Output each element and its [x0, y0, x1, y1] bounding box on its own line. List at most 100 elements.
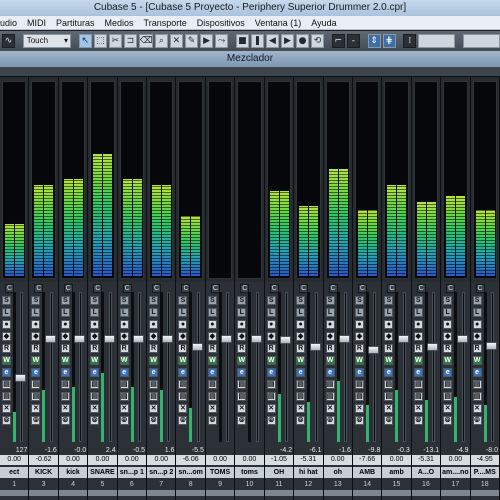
volume-fader[interactable] [280, 336, 292, 344]
monitor-button[interactable]: ◆ [178, 332, 188, 341]
sends-button[interactable]: ▤ [31, 392, 41, 401]
volume-fader[interactable] [44, 335, 56, 343]
write-button[interactable]: W [90, 356, 100, 365]
sends-button[interactable]: ▤ [60, 392, 70, 401]
warp-icon[interactable]: ⤳ [215, 34, 229, 48]
volume-value[interactable]: 0.00 [117, 455, 147, 465]
write-button[interactable]: W [266, 356, 276, 365]
read-button[interactable]: R [119, 344, 129, 353]
read-button[interactable]: R [443, 344, 453, 353]
fader-track[interactable] [49, 292, 53, 442]
read-button[interactable]: R [296, 344, 306, 353]
record-arm-button[interactable]: ● [443, 320, 453, 329]
bypass-button[interactable]: ⦾ [90, 416, 100, 425]
draw-icon[interactable]: ✎ [184, 34, 199, 48]
bypass-button[interactable]: ⦾ [443, 416, 453, 425]
mute-button[interactable]: ✕ [354, 404, 364, 413]
edit-button[interactable]: e [2, 368, 11, 377]
listen-button[interactable]: L [354, 308, 364, 317]
mute-button[interactable]: ✕ [237, 404, 247, 413]
channel-name[interactable]: oh [323, 467, 352, 478]
edit-button[interactable]: e [443, 368, 453, 377]
write-button[interactable]: W [443, 356, 453, 365]
monitor-button[interactable]: ◆ [266, 332, 276, 341]
volume-value[interactable]: 0.00 [205, 455, 235, 465]
monitor-button[interactable]: ◆ [354, 332, 364, 341]
fader-track[interactable] [167, 292, 171, 442]
channel-name[interactable]: SNARE [88, 467, 117, 478]
inserts-button[interactable]: ▤ [266, 380, 276, 389]
record-arm-button[interactable]: ● [384, 320, 394, 329]
bypass-button[interactable]: ⦾ [384, 416, 394, 425]
inserts-button[interactable]: ▤ [354, 380, 364, 389]
fader-track[interactable] [461, 292, 465, 442]
edit-button[interactable]: e [60, 368, 70, 377]
zoom-icon[interactable]: ⌕ [154, 34, 168, 48]
volume-fader[interactable] [427, 343, 439, 351]
monitor-button[interactable]: ◆ [325, 332, 335, 341]
edit-button[interactable]: e [237, 368, 247, 377]
fader-track[interactable] [343, 292, 347, 442]
range-icon[interactable]: ⬚ [93, 34, 107, 48]
volume-fader[interactable] [191, 343, 203, 351]
bypass-button[interactable]: ⦾ [472, 416, 482, 425]
inserts-button[interactable]: ▤ [178, 380, 188, 389]
channel-name[interactable]: A...O [411, 467, 441, 478]
mute-button[interactable]: ✕ [296, 404, 306, 413]
mute-button[interactable]: ✕ [149, 404, 159, 413]
sends-button[interactable]: ▤ [178, 392, 188, 401]
record-arm-button[interactable]: ● [149, 320, 159, 329]
edit-button[interactable]: e [325, 368, 335, 377]
volume-value[interactable]: 0.00 [147, 455, 176, 465]
read-button[interactable]: R [325, 344, 335, 353]
write-button[interactable]: W [296, 356, 306, 365]
monitor-button[interactable]: ◆ [31, 332, 41, 341]
monitor-button[interactable]: ◆ [237, 332, 247, 341]
edit-button[interactable]: e [31, 368, 41, 377]
inserts-button[interactable]: ▤ [384, 380, 394, 389]
glue-icon[interactable]: ⊐ [123, 34, 137, 48]
mute-button[interactable]: ✕ [2, 404, 11, 413]
read-button[interactable]: R [31, 344, 41, 353]
solo-button[interactable]: S [237, 296, 247, 305]
volume-value[interactable]: -6.06 [176, 455, 205, 465]
monitor-button[interactable]: ◆ [296, 332, 306, 341]
edit-button[interactable]: e [119, 368, 129, 377]
bypass-button[interactable]: ⦾ [2, 416, 11, 425]
menu-item[interactable]: Dispositivos [192, 16, 250, 29]
solo-button[interactable]: S [2, 296, 11, 305]
volume-fader[interactable] [338, 335, 350, 343]
read-button[interactable]: R [472, 344, 482, 353]
inserts-button[interactable]: ▤ [443, 380, 453, 389]
menu-item[interactable]: Ayuda [306, 16, 341, 29]
solo-button[interactable]: S [296, 296, 306, 305]
channel-name[interactable]: sn...p 1 [117, 467, 147, 478]
channel-name[interactable]: OH [264, 467, 294, 478]
volume-value[interactable]: -4.95 [470, 455, 499, 465]
bypass-button[interactable]: ⦾ [266, 416, 276, 425]
monitor-button[interactable]: ◆ [119, 332, 129, 341]
bypass-button[interactable]: ⦾ [149, 416, 159, 425]
volume-value[interactable]: 0.00 [58, 455, 88, 465]
volume-fader[interactable] [456, 335, 468, 343]
record-arm-button[interactable]: ● [354, 320, 364, 329]
record-arm-button[interactable]: ● [60, 320, 70, 329]
read-button[interactable]: R [384, 344, 394, 353]
channel-name[interactable]: hi hat [294, 467, 323, 478]
edit-button[interactable]: e [207, 368, 217, 377]
sends-button[interactable]: ▤ [119, 392, 129, 401]
write-button[interactable]: W [207, 356, 217, 365]
bypass-button[interactable]: ⦾ [60, 416, 70, 425]
write-button[interactable]: W [31, 356, 41, 365]
record-arm-button[interactable]: ● [119, 320, 129, 329]
volume-fader[interactable] [103, 335, 115, 343]
record-arm-button[interactable]: ● [207, 320, 217, 329]
monitor-button[interactable]: ◆ [413, 332, 423, 341]
inserts-button[interactable]: ▤ [60, 380, 70, 389]
color-select[interactable] [463, 34, 500, 48]
record-icon[interactable]: ● [295, 34, 310, 48]
pointer-icon[interactable]: ↖ [78, 34, 92, 48]
bypass-button[interactable]: ⦾ [296, 416, 306, 425]
volume-value[interactable]: 0.00 [441, 455, 470, 465]
volume-fader[interactable] [221, 335, 233, 343]
